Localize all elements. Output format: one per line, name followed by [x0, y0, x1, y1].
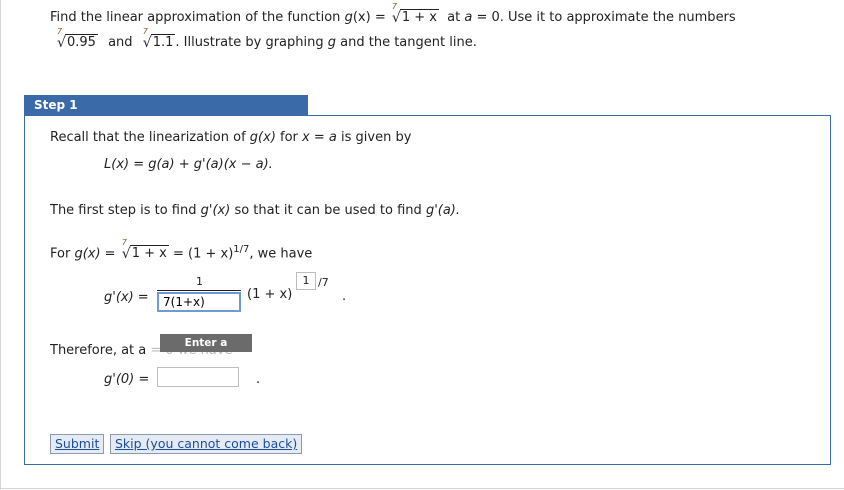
exponent-input[interactable]: 1 — [296, 272, 316, 290]
exponent-suffix: /7 — [318, 276, 329, 289]
frame-bottom-border — [0, 488, 844, 489]
frame-left-border — [0, 0, 1, 490]
denominator-input[interactable] — [157, 292, 241, 312]
for-suffix: , we have — [249, 246, 313, 262]
question-num1: 0.95 — [65, 34, 98, 50]
question-root-num1: 7 √ 0.95 — [55, 27, 98, 51]
question-radicand: 1 + x — [399, 9, 439, 25]
recall-mid: for — [280, 130, 298, 145]
question-root-num2: 7 √ 1.1 — [141, 27, 176, 51]
for-radicand: 1 + x — [129, 245, 169, 262]
question-func-name: g — [344, 10, 353, 25]
recall-line: Recall that the linearization of g(x) fo… — [50, 130, 411, 145]
fraction-numerator: 1 — [196, 275, 203, 288]
question-num2: 1.1 — [150, 34, 176, 50]
enter-number-tooltip: Enter a number. — [160, 334, 252, 367]
question-root: 7 √ 1 + x — [390, 2, 439, 26]
question-line-1: Find the linear approximation of the fun… — [50, 2, 736, 26]
question-at-text: at — [447, 10, 461, 25]
first-step-line: The first step is to find g'(x) so that … — [50, 203, 460, 218]
radical-sign-icon: √ — [121, 246, 131, 263]
question-at-value: = 0. Use it to approximate the numbers — [476, 10, 736, 25]
radical-sign-icon: √ — [142, 35, 152, 51]
question-a-var: a — [464, 10, 473, 25]
linearization-formula: L(x) = g(a) + g'(a)(x − a). — [104, 157, 273, 172]
first-step-mid: so that it can be used to find — [234, 203, 422, 218]
for-gx: g(x) = — [74, 246, 116, 262]
recall-suffix: is given by — [341, 130, 412, 145]
submit-button[interactable]: Submit — [50, 434, 105, 454]
for-root: 7 √ 1 + x — [120, 238, 169, 263]
radical-sign-icon: √ — [57, 35, 66, 51]
question-and-text: and — [108, 35, 133, 50]
gprime0-label: g'(0) = — [104, 372, 150, 387]
question-g-text: g — [327, 35, 337, 50]
radical-sign-icon: √ — [391, 10, 401, 26]
gprime0-input[interactable] — [157, 367, 239, 387]
gprime-label: g'(x) = — [104, 290, 149, 305]
period-1: . — [342, 289, 347, 304]
for-prefix: For — [50, 246, 71, 262]
for-line: For g(x) = 7 √ 1 + x = (1 + x)1/7, we ha… — [50, 238, 313, 263]
for-eq: = (1 + x) — [172, 246, 234, 262]
recall-x-eq-a: x = a — [302, 130, 337, 145]
first-step-gpx: g'(x) — [200, 203, 231, 218]
period-2: . — [256, 372, 261, 387]
therefore-text: Therefore, at a — [50, 343, 147, 358]
question-suffix: . Illustrate by graphing — [175, 35, 324, 50]
fraction-bar — [157, 290, 241, 291]
step-title: Step 1 — [24, 95, 308, 115]
recall-prefix: Recall that the linearization of — [50, 130, 246, 145]
question-suffix2: and the tangent line. — [340, 35, 477, 50]
recall-gx: g(x) — [249, 130, 276, 145]
for-exponent: 1/7 — [233, 244, 250, 255]
first-step-gpa: g'(a). — [425, 203, 461, 218]
question-func-var: (x) = — [352, 10, 386, 25]
question-line-2: 7 √ 0.95 and 7 √ 1.1 . Illustrate by gra… — [55, 27, 477, 51]
first-step-prefix: The first step is to find — [50, 203, 197, 218]
skip-button[interactable]: Skip (you cannot come back) — [110, 434, 303, 454]
base-expression: (1 + x) — [247, 287, 293, 302]
question-prefix: Find the linear approximation of the fun… — [50, 10, 341, 25]
